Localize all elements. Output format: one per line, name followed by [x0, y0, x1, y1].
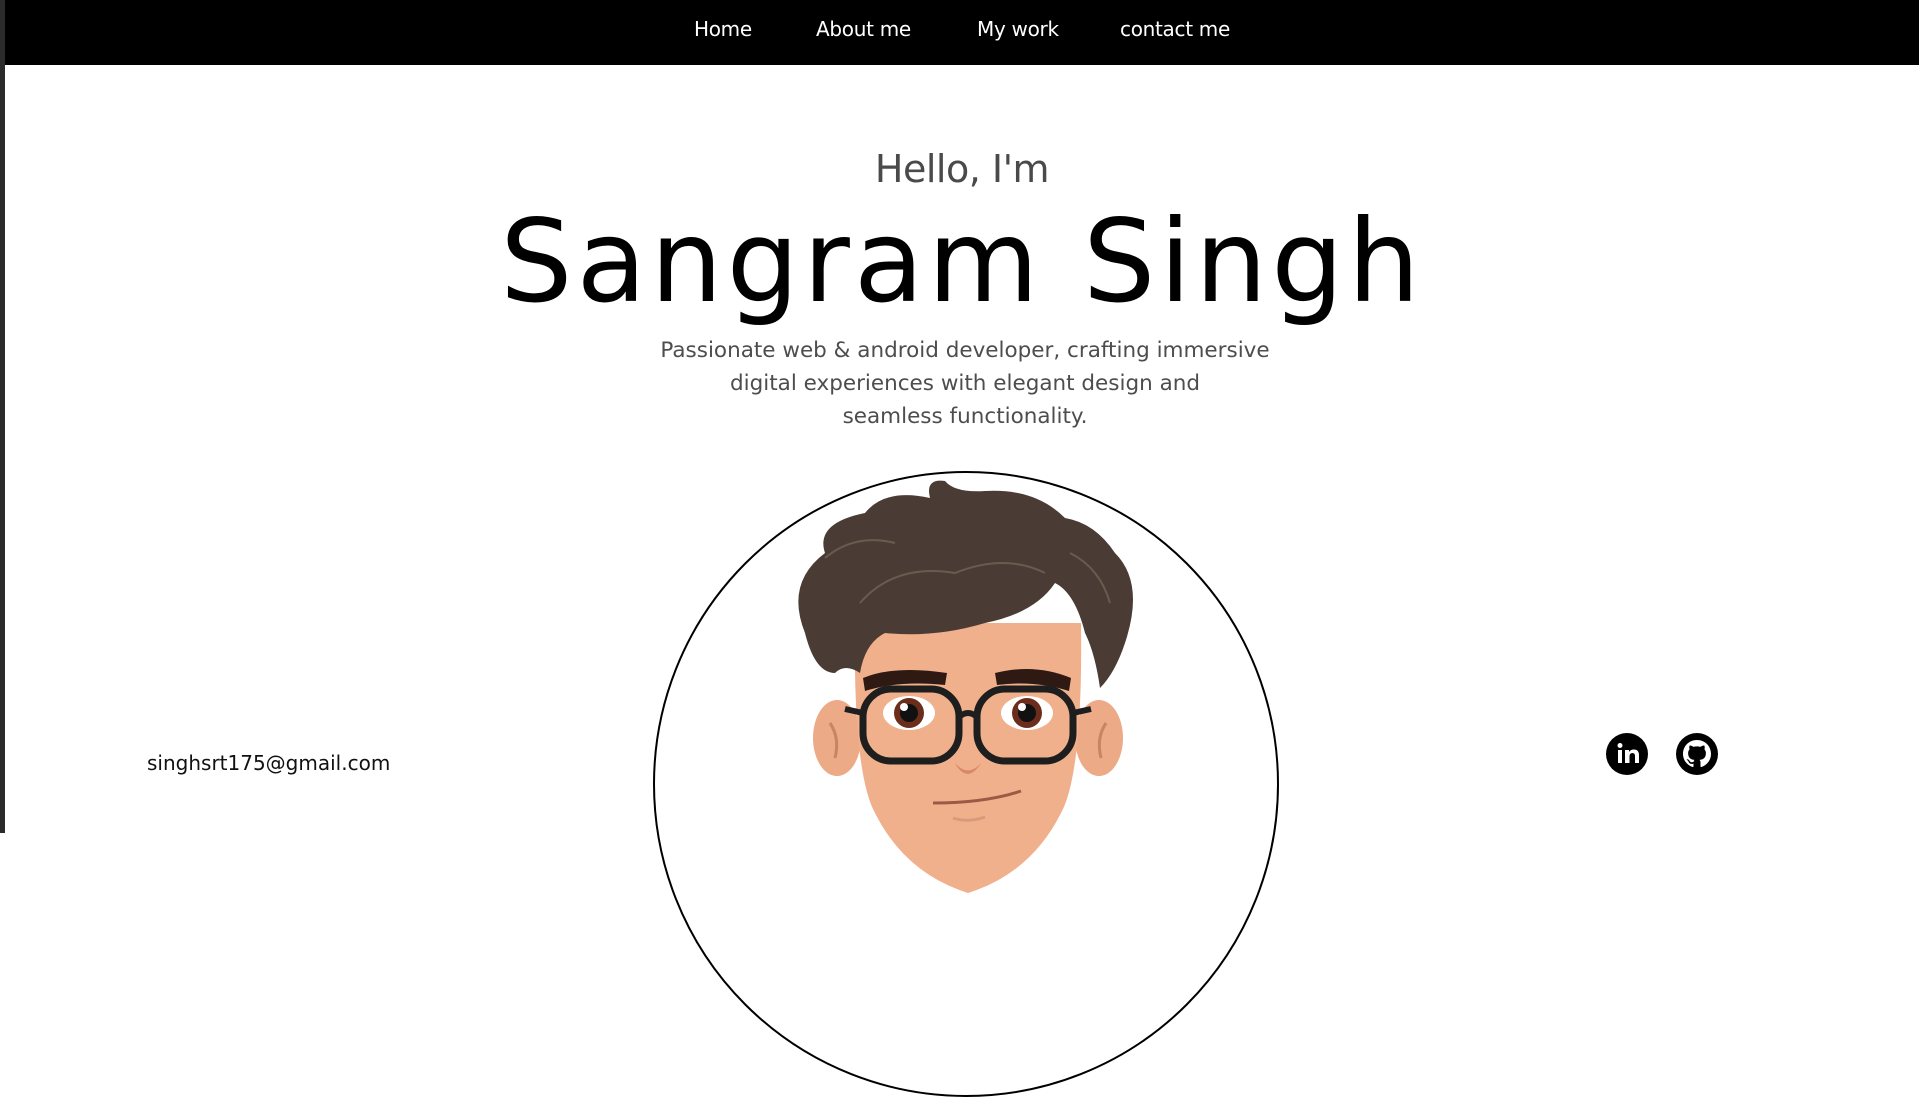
contact-email[interactable]: singhsrt175@gmail.com: [147, 751, 390, 775]
hero-tagline: Passionate web & android developer, craf…: [565, 334, 1365, 433]
nav-link-about[interactable]: About me: [816, 17, 911, 41]
nav-link-contact[interactable]: contact me: [1120, 17, 1230, 41]
tagline-line-2: digital experiences with elegant design …: [729, 371, 1201, 396]
nav-link-home[interactable]: Home: [694, 17, 752, 41]
avatar-illustration: [798, 480, 1133, 893]
page-frame: Home About me My work contact me Hello, …: [0, 0, 1919, 1097]
hero-greeting: Hello, I'm: [874, 147, 1050, 191]
linkedin-link[interactable]: [1606, 733, 1648, 775]
nav-link-work[interactable]: My work: [977, 17, 1059, 41]
hero-name: Sangram Singh: [500, 195, 1424, 328]
nav-links: Home About me My work contact me: [5, 0, 1919, 65]
linkedin-icon: [1617, 743, 1639, 763]
avatar-circle: [653, 471, 1279, 1097]
tagline-line-1: Passionate web & android developer, craf…: [660, 338, 1270, 363]
top-navbar: Home About me My work contact me: [5, 0, 1919, 65]
github-icon: [1683, 740, 1711, 768]
tagline-line-3: seamless functionality.: [842, 404, 1088, 429]
github-link[interactable]: [1676, 733, 1718, 775]
